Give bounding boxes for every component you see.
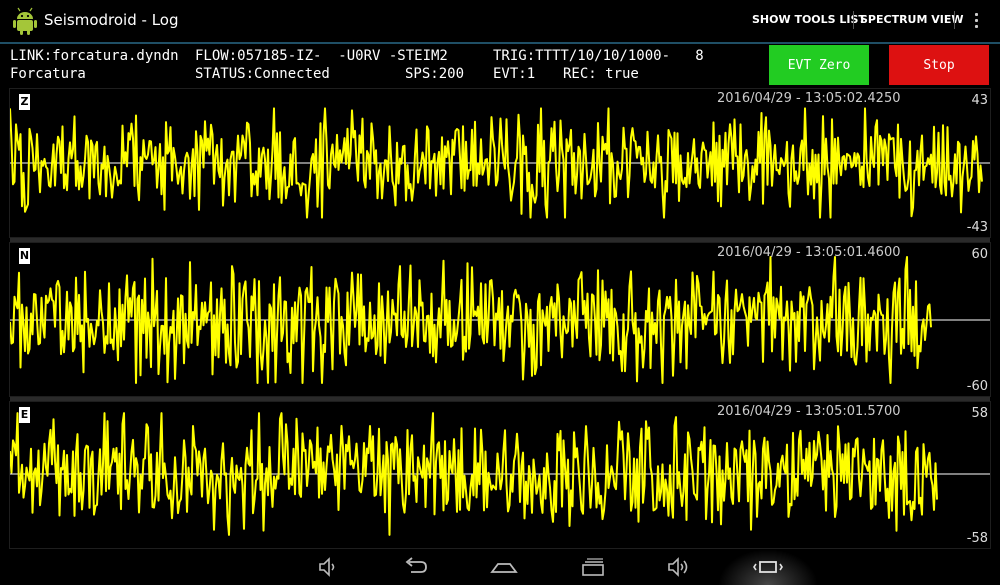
channel-z-min: -43 — [966, 220, 988, 235]
stop-button[interactable]: Stop — [889, 45, 989, 85]
android-robot-icon[interactable] — [10, 6, 40, 36]
channel-z-panel: Z 2016/04/29 - 13:05:02.4250 43 -43 — [9, 88, 991, 238]
station-name: Forcatura — [10, 66, 86, 82]
spectrum-view-button[interactable]: SPECTRUM VIEW — [860, 13, 964, 26]
app-title: Seismodroid - Log — [44, 11, 179, 29]
channel-z-timestamp: 2016/04/29 - 13:05:02.4250 — [717, 91, 901, 106]
overflow-menu-icon[interactable] — [969, 10, 983, 32]
channel-n-panel: N 2016/04/29 - 13:05:01.4600 60 -60 — [9, 242, 991, 397]
channel-e-trace — [10, 412, 938, 536]
connection-status: STATUS:Connected — [195, 66, 330, 82]
channel-z-max: 43 — [971, 93, 988, 108]
channel-n-timestamp: 2016/04/29 - 13:05:01.4600 — [717, 245, 901, 260]
rec-info: REC: true — [563, 66, 639, 82]
channel-e-timestamp: 2016/04/29 - 13:05:01.5700 — [717, 404, 901, 419]
channel-e-max: 58 — [971, 406, 988, 421]
trig-info: TRIG:TTTT/10/10/1000- 8 — [493, 48, 704, 64]
action-bar-divider — [0, 42, 1000, 44]
channel-n-label: N — [19, 248, 30, 264]
channel-n-max: 60 — [971, 247, 988, 262]
channel-e-waveform — [10, 412, 990, 536]
action-bar: Seismodroid - Log SHOW TOOLS LIST SPECTR… — [0, 0, 1000, 42]
home-icon[interactable] — [486, 553, 522, 581]
action-separator — [954, 11, 955, 29]
panel-separator — [10, 397, 990, 401]
flow-info: FLOW:057185-IZ- -U0RV -STEIM2 — [195, 48, 448, 64]
channel-e-panel: E 2016/04/29 - 13:05:01.5700 58 -58 — [9, 401, 991, 549]
evt-info: EVT:1 — [493, 66, 536, 82]
channel-z-trace — [10, 107, 983, 219]
channel-e-min: -58 — [966, 531, 988, 546]
show-tools-list-button[interactable]: SHOW TOOLS LIST — [752, 13, 866, 26]
channel-z-waveform — [10, 107, 990, 219]
evt-zero-button[interactable]: EVT Zero — [769, 45, 869, 85]
nav-highlight-glow — [718, 549, 818, 585]
volume-up-icon[interactable] — [661, 553, 697, 581]
panel-separator — [10, 238, 990, 242]
action-separator — [853, 11, 854, 29]
volume-down-icon[interactable] — [310, 553, 346, 581]
recent-apps-icon[interactable] — [575, 553, 611, 581]
channel-z-label: Z — [19, 94, 30, 110]
back-icon[interactable] — [397, 553, 433, 581]
channel-n-waveform — [10, 256, 990, 384]
channel-e-label: E — [19, 407, 30, 423]
sps-info: SPS:200 — [405, 66, 465, 82]
channel-n-min: -60 — [966, 379, 988, 394]
link-info: LINK:forcatura.dyndn — [10, 48, 179, 64]
navigation-bar — [0, 549, 1000, 585]
